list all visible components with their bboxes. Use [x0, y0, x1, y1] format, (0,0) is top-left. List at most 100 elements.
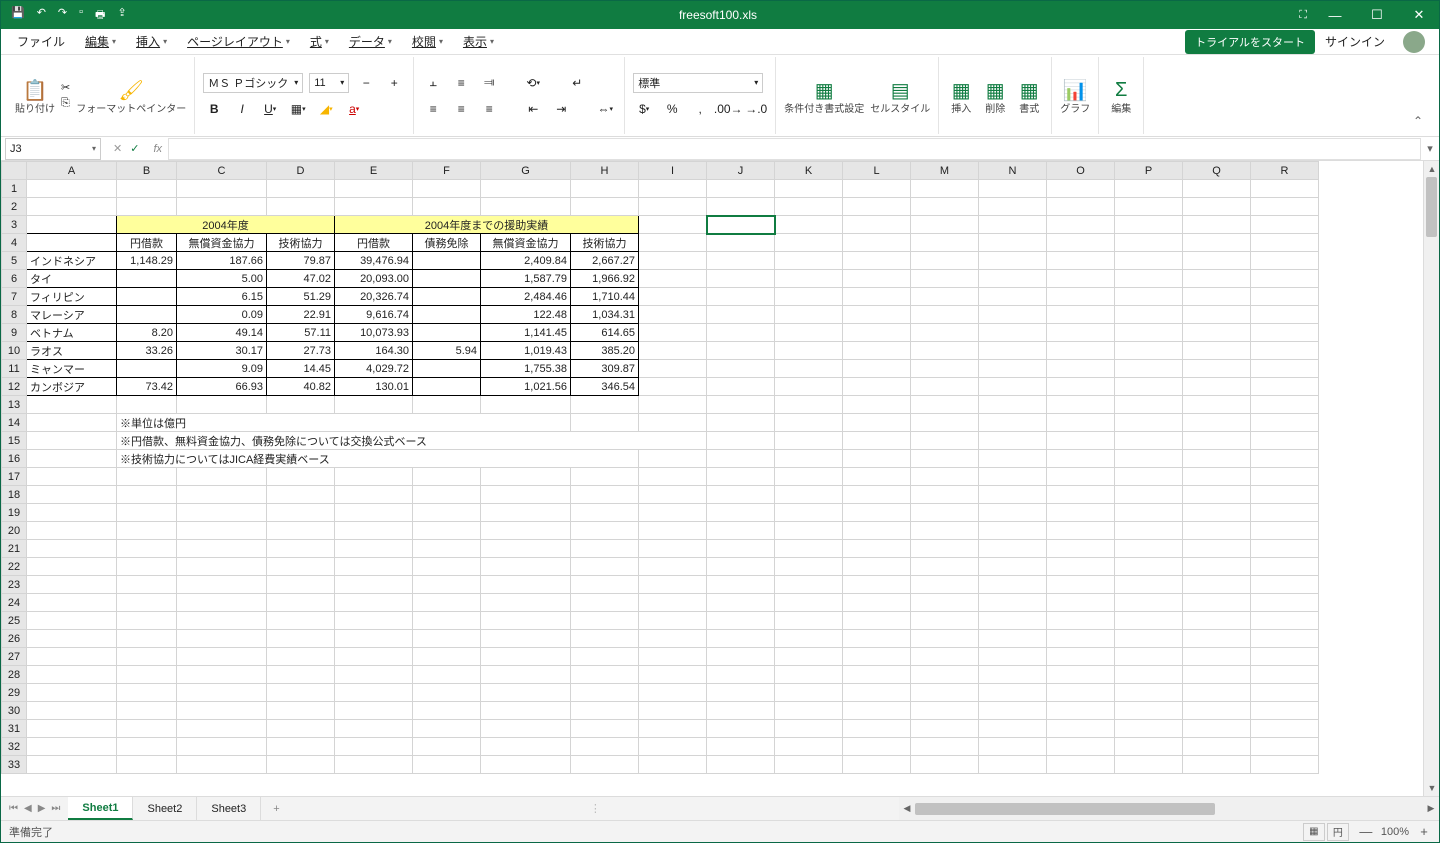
cell[interactable] — [1251, 738, 1319, 756]
cell[interactable]: インドネシア — [27, 252, 117, 270]
cell[interactable] — [843, 234, 911, 252]
cell[interactable]: 187.66 — [177, 252, 267, 270]
cell[interactable] — [1115, 486, 1183, 504]
cell[interactable] — [775, 306, 843, 324]
cell[interactable] — [775, 180, 843, 198]
cell[interactable] — [177, 594, 267, 612]
cell[interactable] — [117, 630, 177, 648]
cell[interactable] — [707, 216, 775, 234]
cell[interactable] — [911, 324, 979, 342]
cell[interactable] — [267, 180, 335, 198]
scroll-right-icon[interactable]: ▶ — [1423, 801, 1439, 817]
cell[interactable] — [775, 252, 843, 270]
cell[interactable] — [177, 468, 267, 486]
cell[interactable]: 1,710.44 — [571, 288, 639, 306]
print-icon[interactable]: 🖶 — [95, 6, 105, 25]
align-left-icon[interactable]: ≡ — [422, 99, 444, 119]
cell[interactable] — [775, 558, 843, 576]
cell[interactable] — [775, 702, 843, 720]
cell[interactable] — [335, 738, 413, 756]
cell[interactable] — [177, 198, 267, 216]
cell[interactable] — [335, 576, 413, 594]
cell[interactable] — [979, 324, 1047, 342]
cell[interactable] — [775, 342, 843, 360]
cell[interactable] — [911, 342, 979, 360]
cell[interactable] — [979, 666, 1047, 684]
merge-icon[interactable]: ⇔▾ — [594, 99, 616, 119]
row-header[interactable]: 24 — [2, 594, 27, 612]
currency-icon[interactable]: $▾ — [633, 99, 655, 119]
decrease-font-icon[interactable]: − — [355, 73, 377, 93]
cell[interactable] — [1183, 216, 1251, 234]
scroll-up-icon[interactable]: ▲ — [1424, 161, 1439, 177]
cell[interactable] — [413, 468, 481, 486]
cell[interactable] — [775, 522, 843, 540]
cell[interactable]: 20,326.74 — [335, 288, 413, 306]
cell[interactable] — [117, 558, 177, 576]
cell[interactable] — [571, 738, 639, 756]
cell[interactable] — [639, 630, 707, 648]
cell[interactable] — [177, 612, 267, 630]
cell[interactable] — [639, 522, 707, 540]
cell[interactable] — [843, 630, 911, 648]
cell[interactable]: ※単位は億円 — [117, 414, 571, 432]
cell[interactable] — [843, 324, 911, 342]
cell[interactable] — [335, 666, 413, 684]
row-header[interactable]: 8 — [2, 306, 27, 324]
row-header[interactable]: 16 — [2, 450, 27, 468]
row-header[interactable]: 27 — [2, 648, 27, 666]
cell[interactable] — [1047, 180, 1115, 198]
cell[interactable] — [1115, 702, 1183, 720]
cell[interactable] — [911, 594, 979, 612]
cell[interactable] — [177, 540, 267, 558]
cell[interactable] — [267, 666, 335, 684]
cell[interactable] — [177, 396, 267, 414]
cell[interactable] — [1047, 342, 1115, 360]
cell[interactable]: 1,034.31 — [571, 306, 639, 324]
cell[interactable] — [117, 306, 177, 324]
col-header[interactable]: N — [979, 162, 1047, 180]
cell[interactable] — [979, 612, 1047, 630]
cell[interactable] — [335, 702, 413, 720]
cell[interactable] — [979, 342, 1047, 360]
cell[interactable] — [979, 648, 1047, 666]
cell[interactable] — [1251, 594, 1319, 612]
row-header[interactable]: 4 — [2, 234, 27, 252]
cell[interactable]: 385.20 — [571, 342, 639, 360]
cell[interactable] — [911, 522, 979, 540]
cell[interactable] — [1047, 306, 1115, 324]
col-header[interactable]: F — [413, 162, 481, 180]
cell[interactable]: 346.54 — [571, 378, 639, 396]
align-right-icon[interactable]: ≡ — [478, 99, 500, 119]
cell[interactable] — [1183, 630, 1251, 648]
cell[interactable] — [979, 216, 1047, 234]
cell[interactable] — [1115, 720, 1183, 738]
cell[interactable] — [1115, 684, 1183, 702]
cell[interactable] — [1115, 288, 1183, 306]
cell[interactable] — [639, 252, 707, 270]
cell[interactable] — [911, 180, 979, 198]
undo-icon[interactable]: ↶ — [37, 6, 46, 25]
cell[interactable] — [177, 666, 267, 684]
cell[interactable]: 122.48 — [481, 306, 571, 324]
cell[interactable] — [979, 450, 1047, 468]
cell[interactable] — [843, 468, 911, 486]
row-header[interactable]: 10 — [2, 342, 27, 360]
cell[interactable] — [707, 252, 775, 270]
cell[interactable] — [267, 720, 335, 738]
last-sheet-icon[interactable]: ⏭ — [51, 803, 60, 814]
row-header[interactable]: 9 — [2, 324, 27, 342]
cell[interactable]: ミャンマー — [27, 360, 117, 378]
cell[interactable] — [1115, 576, 1183, 594]
cell[interactable] — [1115, 432, 1183, 450]
cell[interactable] — [639, 234, 707, 252]
cell[interactable] — [979, 252, 1047, 270]
cell[interactable] — [1183, 252, 1251, 270]
cell[interactable] — [707, 198, 775, 216]
row-header[interactable]: 25 — [2, 612, 27, 630]
cell[interactable] — [1251, 288, 1319, 306]
cell[interactable] — [1251, 468, 1319, 486]
cell[interactable] — [639, 216, 707, 234]
cell[interactable] — [27, 540, 117, 558]
cell[interactable] — [1047, 234, 1115, 252]
